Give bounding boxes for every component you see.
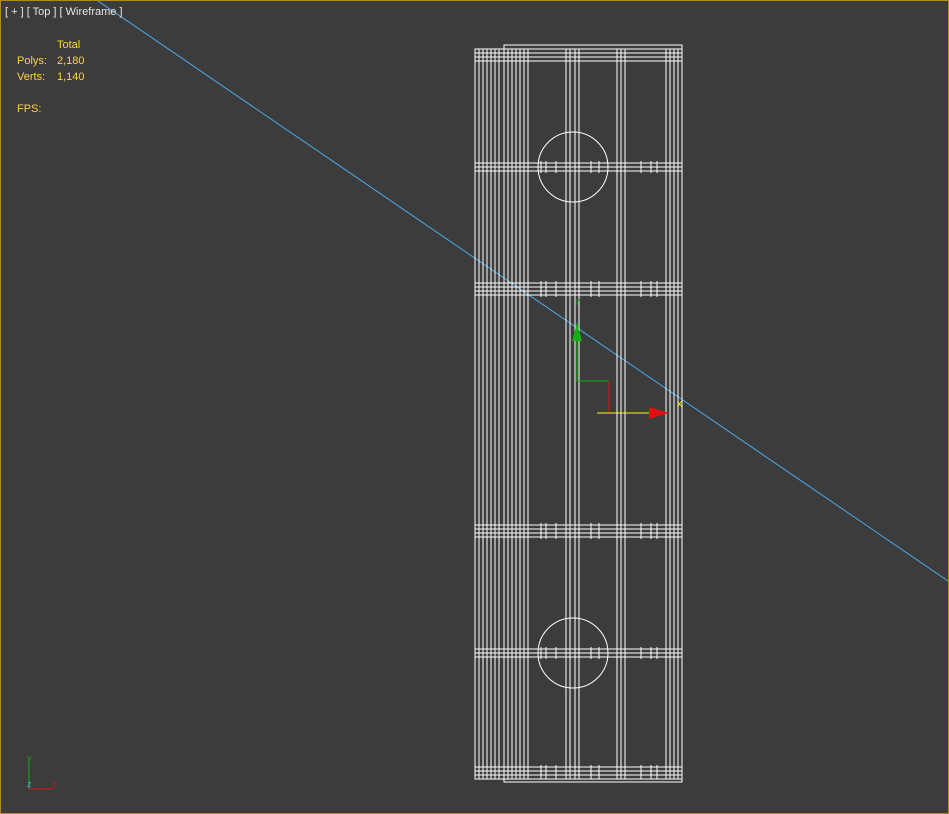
verts-label: Verts: (17, 71, 46, 83)
axis-x-label: x (52, 779, 57, 789)
stats-verts: Verts: 1,140 (17, 69, 85, 85)
shading-mode-button[interactable]: [ Wireframe ] (60, 6, 123, 18)
axis-z-label: z (27, 779, 32, 789)
stats-fps: FPS: (17, 101, 85, 117)
polys-label: Polys: (17, 55, 47, 67)
polys-value: 2,180 (57, 55, 85, 67)
axis-y-label: y (27, 753, 32, 763)
gizmo-y-label: Y (575, 298, 581, 307)
view-type-button[interactable]: [ Top ] (27, 6, 57, 18)
verts-value: 1,140 (57, 71, 85, 83)
fps-label: FPS: (17, 103, 42, 115)
gizmo-x-label: X (677, 400, 683, 409)
stats-polys: Polys: 2,180 (17, 53, 85, 69)
viewport-label[interactable]: [ + ] [ Top ] [ Wireframe ] (5, 6, 123, 18)
viewport-menu-button[interactable]: [ + ] (5, 6, 24, 18)
stats-header: Total (57, 39, 81, 51)
axis-tripod-icon: y x z (27, 753, 57, 790)
viewport[interactable]: Y X y x z [ + ] [ Top ] [ Wireframe ] To… (0, 0, 949, 814)
wireframe-scene[interactable]: Y X y x z (1, 1, 948, 813)
band-ticks (540, 161, 658, 779)
stats-overlay: Total Polys: 2,180 Verts: 1,140 FPS: (17, 37, 85, 117)
